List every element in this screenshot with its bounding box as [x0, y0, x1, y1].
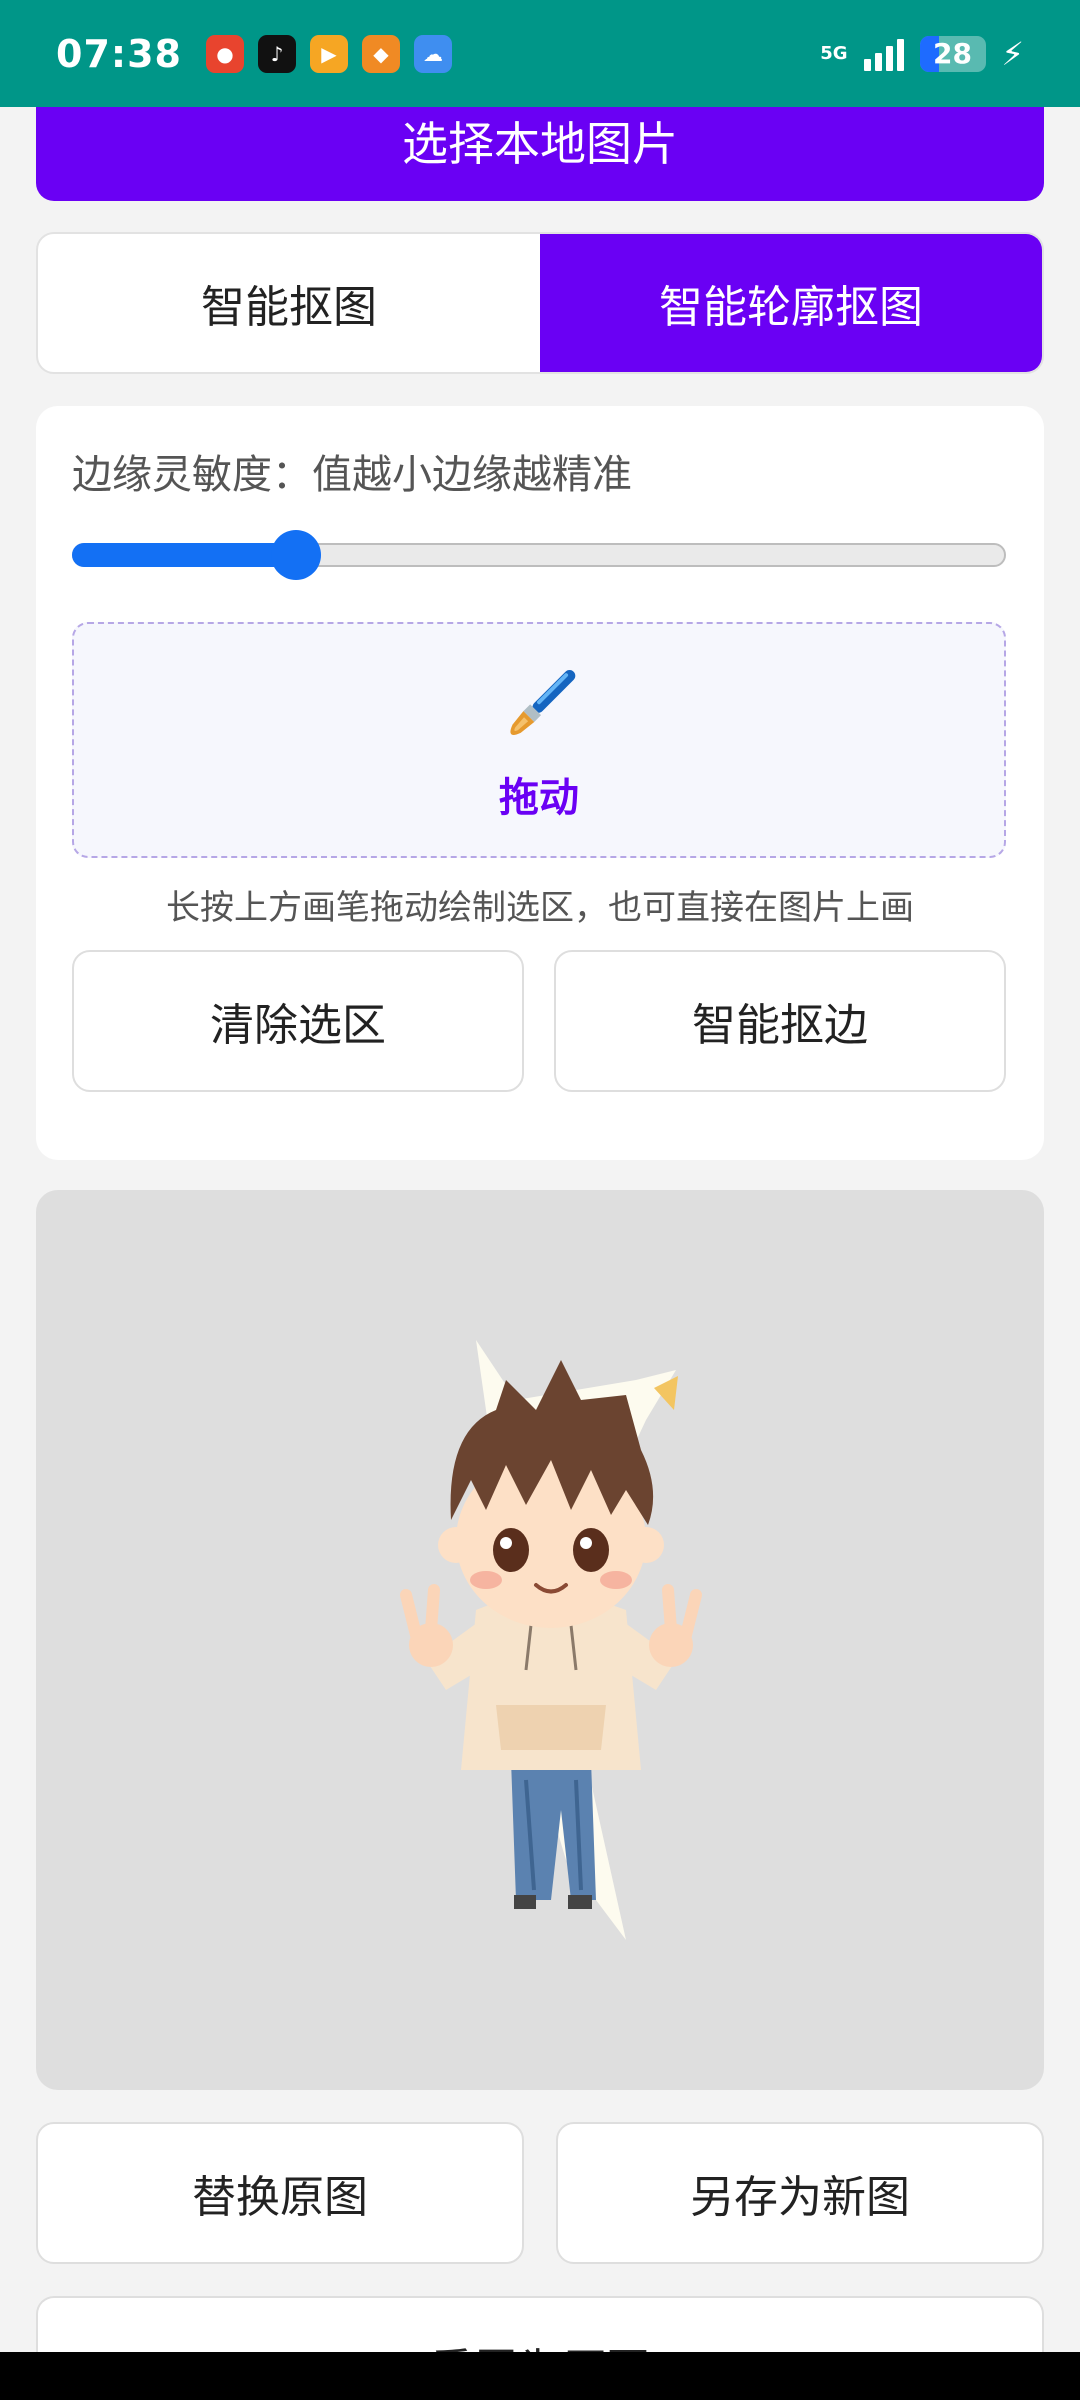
notification-icons: ● ♪ ▶ ◆ ☁ [205, 34, 452, 73]
select-local-image-button[interactable]: 选择本地图片 [36, 107, 1044, 201]
battery-level: 28 [933, 37, 973, 70]
sensitivity-slider[interactable] [72, 530, 1006, 580]
drag-label: 拖动 [499, 775, 579, 821]
cartoon-boy-image [400, 1340, 702, 1940]
hint-text: 长按上方画笔拖动绘制选区，也可直接在图片上画 [166, 888, 914, 928]
slider-progress [72, 543, 297, 567]
paintbrush-icon[interactable] [491, 657, 587, 753]
replace-original-button[interactable]: 替换原图 [36, 2122, 524, 2264]
clear-selection-button[interactable]: 清除选区 [72, 950, 524, 1092]
system-nav-bar [0, 2352, 1080, 2400]
image-preview[interactable] [36, 1190, 1044, 2090]
status-bar: 07:38 ● ♪ ▶ ◆ ☁ 5G 28 ⚡ [0, 0, 1080, 107]
sensitivity-label: 边缘灵敏度：值越小边缘越精准 [72, 452, 632, 498]
status-right: 5G 28 ⚡ [820, 35, 1024, 73]
tiktok-icon: ♪ [257, 34, 296, 73]
network-label: 5G [820, 43, 848, 64]
brush-drag-area[interactable]: 拖动 [72, 622, 1006, 858]
battery-icon: 28 [919, 35, 986, 72]
weather-icon: ☁ [413, 34, 452, 73]
tab-smart-cutout[interactable]: 智能抠图 [38, 234, 540, 372]
signal-icon [863, 37, 904, 71]
shop-app-icon: ◆ [361, 34, 400, 73]
save-as-new-button[interactable]: 另存为新图 [556, 2122, 1044, 2264]
tab-smart-contour-cutout[interactable]: 智能轮廓抠图 [540, 234, 1042, 372]
contour-settings-card: 边缘灵敏度：值越小边缘越精准 拖动 长按上方画笔拖动绘制选区，也可直接在图片上画… [36, 406, 1044, 1160]
smart-edge-button[interactable]: 智能抠边 [554, 950, 1006, 1092]
app-red-icon: ● [205, 34, 244, 73]
mode-tabs: 智能抠图 智能轮廓抠图 [36, 232, 1044, 374]
video-app-icon: ▶ [309, 34, 348, 73]
slider-thumb[interactable] [271, 530, 322, 580]
charging-icon: ⚡ [1001, 34, 1024, 73]
status-time: 07:38 [56, 31, 182, 76]
